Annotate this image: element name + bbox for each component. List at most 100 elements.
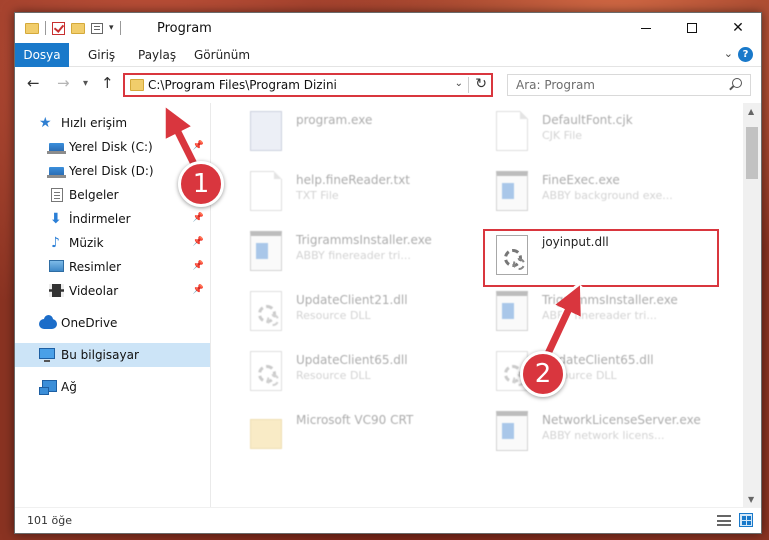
ribbon-tabs: Dosya Giriş Paylaş Görünüm ⌄ ? <box>15 43 761 67</box>
recent-locations-icon[interactable]: ▾ <box>83 78 88 89</box>
search-icon[interactable] <box>732 78 742 88</box>
new-folder-icon[interactable] <box>71 22 85 34</box>
vertical-scrollbar[interactable]: ▲ ▼ <box>743 103 761 508</box>
tab-view[interactable]: Görünüm <box>183 43 261 67</box>
customize-dropdown-icon[interactable]: ▾ <box>109 23 114 33</box>
scroll-down-icon[interactable]: ▼ <box>748 495 754 504</box>
sidebar-item-onedrive[interactable]: OneDrive <box>15 311 210 335</box>
tab-home[interactable]: Giriş <box>77 43 126 67</box>
file-item[interactable]: UpdateClient65.dll Resource DLL <box>238 345 478 399</box>
help-icon[interactable]: ? <box>738 47 753 62</box>
sidebar-item-label: Müzik <box>69 236 104 250</box>
file-item[interactable]: NetworkLicenseServer.exe ABBY network li… <box>484 405 724 459</box>
documents-icon <box>51 188 63 202</box>
sidebar-item-label: Ağ <box>61 380 77 394</box>
highlight-box <box>483 229 719 287</box>
sidebar-item-label: İndirmeler <box>69 212 131 226</box>
close-button[interactable]: ✕ <box>715 13 761 43</box>
music-icon: ♪ <box>51 235 60 251</box>
computer-icon <box>39 348 55 362</box>
pictures-icon <box>49 260 64 272</box>
file-type: ABBY background exe... <box>542 189 673 202</box>
sidebar-item-label: Belgeler <box>69 188 119 202</box>
tiles-view-icon[interactable] <box>739 513 753 527</box>
maximize-button[interactable] <box>669 13 715 43</box>
sidebar-item-downloads[interactable]: ⬇ İndirmeler 📌 <box>15 207 210 231</box>
toolbar-divider <box>119 21 121 35</box>
sidebar-item-quick-access[interactable]: ★ Hızlı erişim <box>15 111 210 135</box>
details-view-icon[interactable] <box>717 515 731 526</box>
exe-icon <box>496 291 528 331</box>
sidebar-item-pictures[interactable]: Resimler 📌 <box>15 255 210 279</box>
toolbar-divider <box>45 21 46 35</box>
search-box[interactable]: Ara: Program <box>507 74 751 96</box>
sidebar-item-this-pc[interactable]: Bu bilgisayar <box>15 343 210 367</box>
sidebar-item-label: Hızlı erişim <box>61 116 128 130</box>
sidebar-item-music[interactable]: ♪ Müzik 📌 <box>15 231 210 255</box>
pin-icon[interactable]: 📌 <box>193 213 204 223</box>
file-type: TXT File <box>296 189 339 202</box>
sidebar-item-local-disk-c[interactable]: Yerel Disk (C:) 📌 <box>15 135 210 159</box>
back-arrow-icon[interactable]: ← <box>27 74 40 92</box>
pin-icon[interactable]: 📌 <box>193 237 204 247</box>
file-name: UpdateClient65.dll <box>296 353 408 367</box>
page-icon <box>250 171 282 211</box>
sidebar-item-network[interactable]: Ağ <box>15 375 210 399</box>
program-icon <box>250 111 282 151</box>
file-item[interactable]: Microsoft VC90 CRT <box>238 405 478 459</box>
step-1-badge: 1 <box>178 161 224 207</box>
file-item[interactable]: FineExec.exe ABBY background exe... <box>484 165 724 219</box>
refresh-icon[interactable]: ↻ <box>475 76 487 92</box>
expand-ribbon-icon[interactable]: ⌄ <box>724 47 733 60</box>
file-item[interactable]: UpdateClient21.dll Resource DLL <box>238 285 478 339</box>
properties-icon[interactable] <box>91 22 103 34</box>
file-type: ABBY finereader tri... <box>542 309 657 322</box>
videos-icon <box>49 284 64 297</box>
pin-icon[interactable]: 📌 <box>193 261 204 271</box>
file-item[interactable]: TrigrammsInstaller.exe ABBY finereader t… <box>484 285 724 339</box>
address-bar[interactable]: C:\Program Files\Program Dizini ⌄ ↻ <box>123 73 493 97</box>
file-type: Resource DLL <box>296 309 371 322</box>
file-type: Resource DLL <box>296 369 371 382</box>
close-icon: ✕ <box>732 20 744 36</box>
sidebar-item-label: Resimler <box>69 260 122 274</box>
search-placeholder[interactable]: Ara: Program <box>516 78 595 92</box>
item-count: 101 öğe <box>27 514 72 527</box>
cloud-icon <box>39 315 57 329</box>
pin-icon[interactable]: 📌 <box>193 141 204 151</box>
checkmark-icon[interactable] <box>52 21 65 35</box>
file-name: help.fineReader.txt <box>296 173 410 187</box>
file-item[interactable]: help.fineReader.txt TXT File <box>238 165 478 219</box>
address-path[interactable]: C:\Program Files\Program Dizini <box>148 78 337 92</box>
tab-file[interactable]: Dosya <box>15 43 69 67</box>
scroll-up-icon[interactable]: ▲ <box>748 107 754 116</box>
dll-icon <box>250 351 282 391</box>
forward-arrow-icon[interactable]: → <box>57 74 70 92</box>
up-arrow-icon[interactable]: ↑ <box>101 74 114 92</box>
page-icon <box>496 111 528 151</box>
file-name: TrigrammsInstaller.exe <box>296 233 432 247</box>
status-bar: 101 öğe <box>15 507 761 533</box>
file-name: TrigrammsInstaller.exe <box>542 293 678 307</box>
tab-share[interactable]: Paylaş <box>127 43 187 67</box>
exe-icon <box>496 411 528 451</box>
sidebar-item-videos[interactable]: Videolar 📌 <box>15 279 210 303</box>
download-icon: ⬇ <box>50 211 62 227</box>
navigation-pane: ★ Hızlı erişim Yerel Disk (C:) 📌 Yerel D… <box>15 103 211 508</box>
file-item[interactable]: program.exe <box>238 105 478 159</box>
sidebar-item-label: OneDrive <box>61 316 118 330</box>
file-type: ABBY network licens... <box>542 429 665 442</box>
minimize-button[interactable] <box>623 13 669 43</box>
sidebar-item-label: Bu bilgisayar <box>61 348 139 362</box>
navigation-bar: ← → ▾ ↑ C:\Program Files\Program Dizini … <box>15 68 761 102</box>
file-name: Microsoft VC90 CRT <box>296 413 414 427</box>
file-type: ABBY finereader tri... <box>296 249 411 262</box>
address-dropdown-icon[interactable]: ⌄ <box>455 78 463 89</box>
folder-icon[interactable] <box>25 22 39 34</box>
file-type: CJK File <box>542 129 583 142</box>
pin-icon[interactable]: 📌 <box>193 285 204 295</box>
scroll-thumb[interactable] <box>746 127 758 179</box>
file-item[interactable]: TrigrammsInstaller.exe ABBY finereader t… <box>238 225 478 279</box>
sidebar-item-label: Yerel Disk (D:) <box>69 164 154 178</box>
file-item[interactable]: DefaultFont.cjk CJK File <box>484 105 724 159</box>
